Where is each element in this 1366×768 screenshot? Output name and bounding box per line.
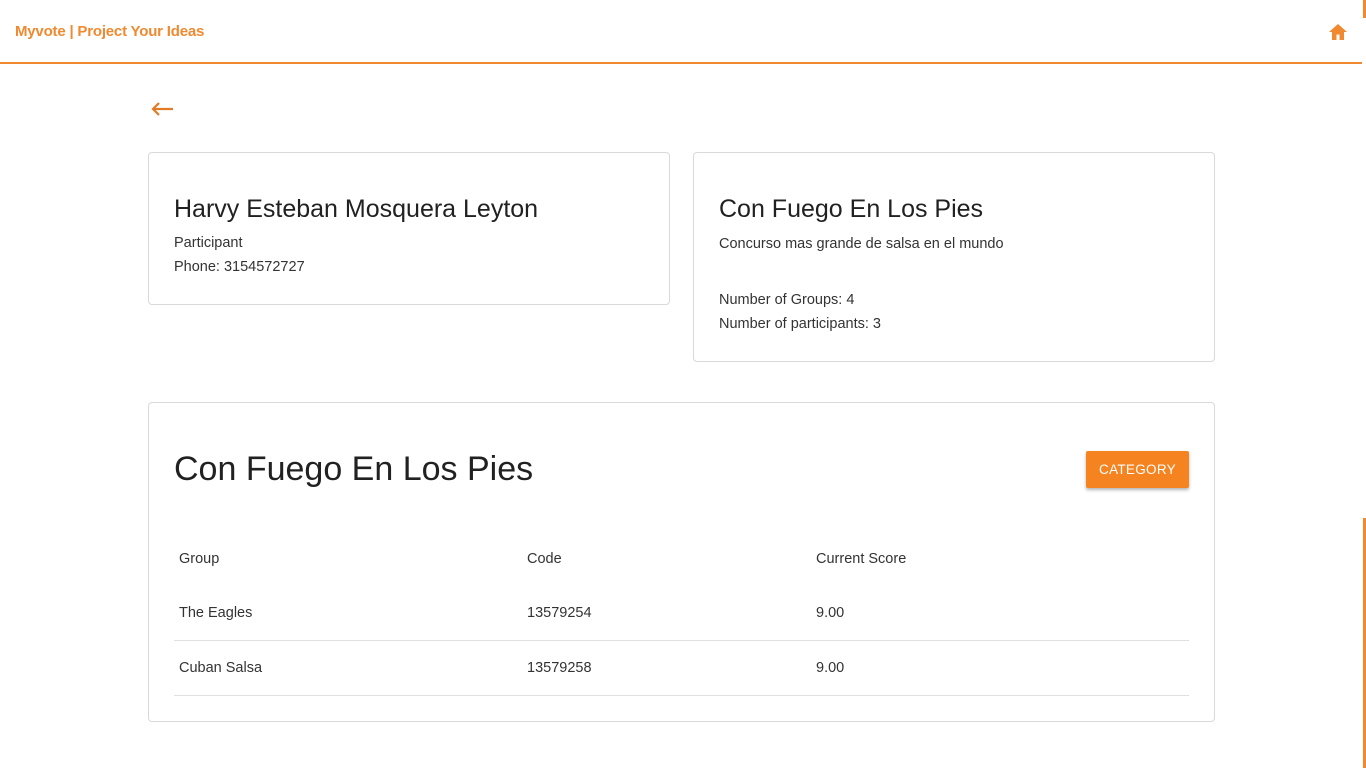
row-group-code: 13579254 <box>527 605 592 621</box>
column-header-group: Group <box>179 551 220 567</box>
event-groups-count: Number of Groups: 4 <box>719 292 855 308</box>
row-group-code: 13579258 <box>527 660 592 676</box>
top-app-bar: Myvote | Project Your Ideas <box>0 0 1362 64</box>
participant-role: Participant <box>174 235 243 251</box>
category-button[interactable]: CATEGORY <box>1086 451 1189 488</box>
home-button[interactable] <box>1327 22 1349 42</box>
row-divider <box>174 695 1189 696</box>
event-card: Con Fuego En Los Pies Concurso mas grand… <box>693 152 1215 362</box>
groups-card: Con Fuego En Los Pies CATEGORY Group Cod… <box>148 402 1215 722</box>
home-icon <box>1329 24 1347 40</box>
event-title: Con Fuego En Los Pies <box>719 195 984 223</box>
column-header-score: Current Score <box>816 551 907 567</box>
participant-phone: Phone: 3154572727 <box>174 259 305 275</box>
row-group-score: 9.00 <box>816 605 845 621</box>
event-participants-count: Number of participants: 3 <box>719 316 881 332</box>
groups-card-title: Con Fuego En Los Pies <box>174 450 534 488</box>
participant-card: Harvy Esteban Mosquera Leyton Participan… <box>148 152 670 305</box>
event-description: Concurso mas grande de salsa en el mundo <box>719 236 1004 252</box>
arrow-left-icon <box>151 102 173 116</box>
participant-name: Harvy Esteban Mosquera Leyton <box>174 195 539 223</box>
brand-title[interactable]: Myvote | Project Your Ideas <box>15 23 204 40</box>
back-button[interactable] <box>150 99 176 119</box>
column-header-code: Code <box>527 551 562 567</box>
row-divider <box>174 640 1189 641</box>
row-group-name: Cuban Salsa <box>179 660 263 676</box>
row-group-name: The Eagles <box>179 605 253 621</box>
row-group-score: 9.00 <box>816 660 845 676</box>
